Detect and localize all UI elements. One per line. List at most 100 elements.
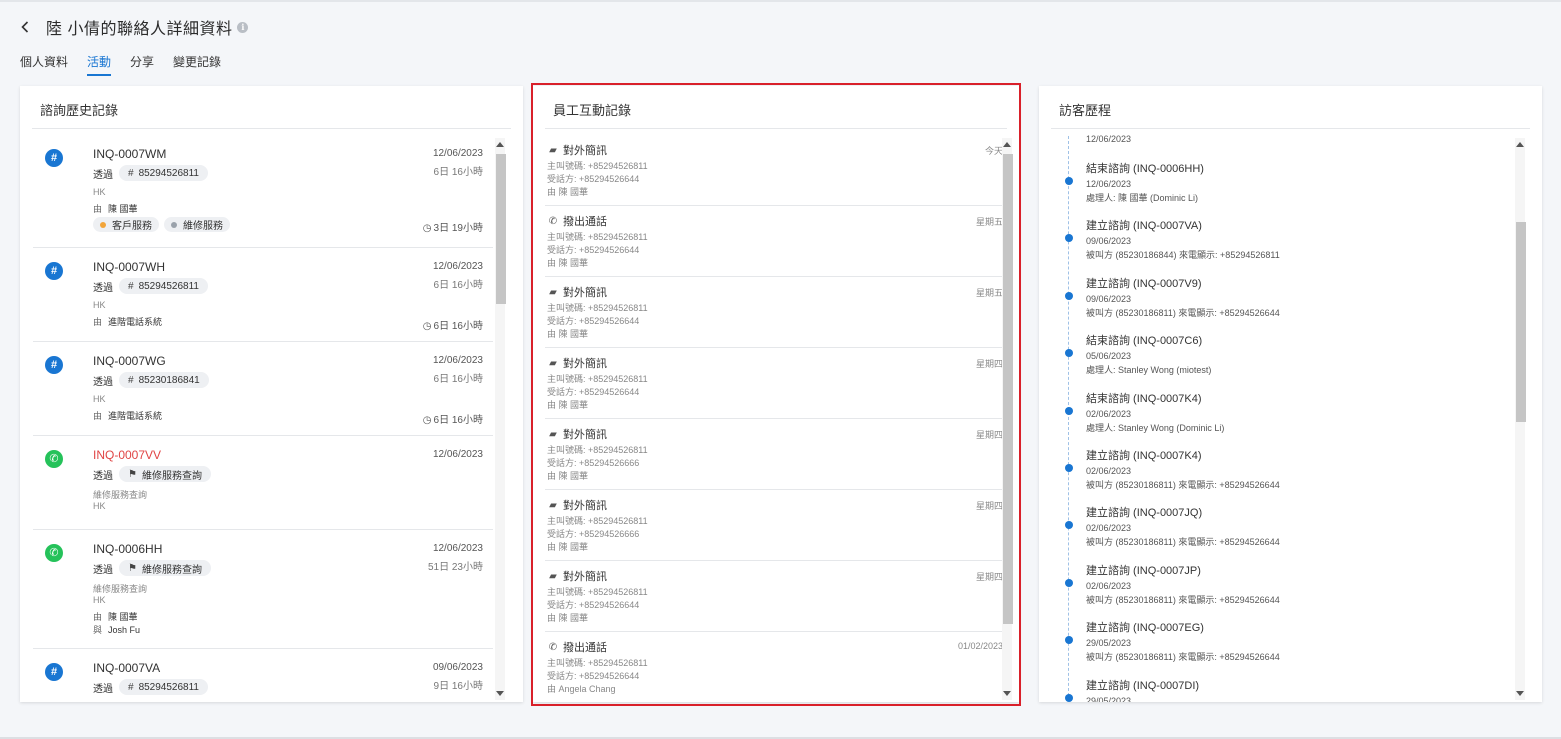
table-row[interactable]: # INQ-0007VA 09/06/2023 9日 16小時 透過 #852945268… <box>33 649 493 702</box>
table-row[interactable]: # INQ-0007WM 12/06/2023 6日 16小時 透過 #852945268… <box>33 135 493 248</box>
inquiry-id[interactable]: INQ-0007WG <box>93 354 166 368</box>
page-title: 陸 小倩的聯絡人詳細資料 <box>46 21 233 38</box>
timeline-dot-icon <box>1065 349 1073 358</box>
divider <box>32 128 511 129</box>
timeline-note: 被叫方 (85230186844) 來電顯示: +85294526811 <box>1086 250 1280 261</box>
interaction-detail: 由 陳 國華 <box>547 400 589 410</box>
scrollbar[interactable] <box>495 138 506 700</box>
page-header: 陸 小倩的聯絡人詳細資料 i <box>18 16 249 38</box>
clock-icon: ◷ <box>422 223 432 234</box>
timeline-item[interactable]: 建立諮詢 (INQ-0007K4) 02/06/2023 被叫方 (85230186… <box>1065 447 1506 491</box>
inquiry-detail: HK <box>93 300 106 310</box>
channel-label: 維修服務查詢 <box>141 564 202 576</box>
inquiry-id[interactable]: INQ-0006HH <box>93 542 162 556</box>
timeline-title: 建立諮詢 (INQ-0007JQ) <box>1086 507 1203 520</box>
timeline-date: 09/06/2023 <box>1086 236 1132 247</box>
channel-chip[interactable]: #85294526811 <box>119 679 208 695</box>
tag-chip[interactable]: 維修服務 <box>164 217 230 232</box>
info-icon[interactable]: i <box>237 21 249 33</box>
via-row: 透過 ⚑ 維修服務查詢 <box>93 560 211 576</box>
inquiry-id[interactable]: INQ-0007WM <box>93 147 166 161</box>
scrollbar[interactable] <box>1515 138 1526 700</box>
inquiry-age: 6日 16小時 <box>433 280 483 291</box>
timeline-item[interactable]: 建立諮詢 (INQ-0007DI) 29/05/2023 <box>1065 677 1506 702</box>
interaction-title: ▰ 對外簡訊 <box>547 142 607 158</box>
table-row[interactable]: ✆ INQ-0006HH 12/06/2023 51日 23小時 透過 ⚑ 維修服務查詢 維修… <box>33 530 493 649</box>
scroll-down-icon[interactable] <box>496 691 504 696</box>
interaction-title: ▰ 對外簡訊 <box>547 355 607 371</box>
scroll-thumb[interactable] <box>496 154 506 304</box>
tab-3[interactable]: 變更記錄 <box>173 53 221 76</box>
list-item[interactable]: ▰ 對外簡訊 星期四 主叫號碼: +85294526811 受話方: +85294526… <box>545 419 1003 490</box>
timeline-title: 建立諮詢 (INQ-0007JP) <box>1086 564 1201 577</box>
timeline-dot-icon <box>1065 521 1073 530</box>
by-label: 由 <box>93 612 103 622</box>
back-button[interactable] <box>18 20 32 34</box>
list-item[interactable]: ▰ 對外簡訊 星期四 主叫號碼: +85294526811 受話方: +85294526… <box>545 490 1003 561</box>
timeline-item[interactable]: 結束諮詢 (INQ-0007K4) 02/06/2023 處理人: Stanley … <box>1065 390 1506 434</box>
panel-title: 諮詢歷史記錄 <box>40 103 119 118</box>
chevron-left-icon <box>21 21 29 33</box>
agent-name: 進階電話系統 <box>108 411 163 421</box>
list-item[interactable]: ✆ 撥出通話 星期五 主叫號碼: +85294526811 受話方: +85294526… <box>545 206 1003 277</box>
interaction-type: 對外簡訊 <box>563 145 607 157</box>
interaction-type: 對外簡訊 <box>563 500 607 512</box>
channel-label: 85294526811 <box>138 167 199 179</box>
inquiry-id[interactable]: INQ-0007VA <box>93 661 160 675</box>
timeline-dot-icon <box>1065 177 1073 185</box>
scroll-thumb[interactable] <box>1516 222 1526 422</box>
timeline-item[interactable]: 建立諮詢 (INQ-0007JQ) 02/06/2023 被叫方 (85230186… <box>1065 504 1506 548</box>
inquiry-id[interactable]: INQ-0007VV <box>93 448 161 462</box>
scroll-up-icon[interactable] <box>496 142 504 147</box>
scroll-down-icon[interactable] <box>1516 691 1524 696</box>
channel-chip[interactable]: ⚑ 維修服務查詢 <box>119 466 211 482</box>
via-label: 透過 <box>93 169 113 181</box>
interaction-detail: 主叫號碼: +85294526811 <box>547 516 648 526</box>
inquiry-id[interactable]: INQ-0007WH <box>93 260 165 274</box>
channel-chip[interactable]: #85230186841 <box>119 372 209 388</box>
scroll-up-icon[interactable] <box>1003 142 1011 147</box>
table-row[interactable]: # INQ-0007WG 12/06/2023 6日 16小時 透過 #852301868… <box>33 342 493 436</box>
inquiry-date: 09/06/2023 <box>432 662 483 673</box>
timeline-item[interactable]: 建立諮詢 (INQ-0007JP) 02/06/2023 被叫方 (85230186… <box>1065 562 1506 606</box>
list-item[interactable]: ▰ 對外簡訊 星期四 主叫號碼: +85294526811 受話方: +85294526… <box>545 561 1003 632</box>
list-item[interactable]: ✆ 撥出通話 01/02/2023 主叫號碼: +85294526811 受話方: +8… <box>545 632 1003 702</box>
tab-2[interactable]: 分享 <box>130 53 154 76</box>
interaction-title: ▰ 對外簡訊 <box>547 568 607 584</box>
tag-chip[interactable]: 客戶服務 <box>93 217 159 232</box>
scroll-up-icon[interactable] <box>1516 142 1524 147</box>
timeline-title: 建立諮詢 (INQ-0007EG) <box>1086 622 1204 635</box>
scroll-thumb[interactable] <box>1003 154 1013 624</box>
interaction-type: 撥出通話 <box>563 216 607 228</box>
timeline-item[interactable]: 建立諮詢 (INQ-0007V9) 09/06/2023 被叫方 (85230186… <box>1065 275 1506 319</box>
timeline-title: 建立諮詢 (INQ-0007VA) <box>1086 220 1202 233</box>
table-row[interactable]: ✆ INQ-0007VV 12/06/2023 透過 ⚑ 維修服務查詢 維修服務查詢 HK <box>33 436 493 530</box>
interaction-title: ▰ 對外簡訊 <box>547 426 607 442</box>
handled-by: 由進階電話系統 <box>93 409 162 422</box>
timeline-item[interactable]: 建立諮詢 (INQ-0007VA) 09/06/2023 被叫方 (85230186… <box>1065 217 1506 261</box>
via-label: 透過 <box>93 282 113 294</box>
interaction-day: 星期五 <box>975 288 1003 298</box>
whatsapp-icon: ✆ <box>45 544 63 562</box>
scrollbar[interactable] <box>1002 138 1013 700</box>
via-label: 透過 <box>93 564 113 576</box>
tab-0[interactable]: 個人資料 <box>20 53 68 76</box>
inquiry-date: 12/06/2023 <box>432 148 483 159</box>
list-item[interactable]: ▰ 對外簡訊 今天 主叫號碼: +85294526811 受話方: +852945266… <box>545 135 1003 206</box>
timeline-item[interactable]: 結束諮詢 (INQ-0007C6) 05/06/2023 處理人: Stanley … <box>1065 332 1506 376</box>
channel-chip[interactable]: ⚑ 維修服務查詢 <box>119 560 211 576</box>
list-item[interactable]: ▰ 對外簡訊 星期四 主叫號碼: +85294526811 受話方: +85294526… <box>545 348 1003 419</box>
scroll-down-icon[interactable] <box>1003 691 1011 696</box>
timeline-item[interactable]: 結束諮詢 (INQ-0006HH) 12/06/2023 處理人: 陳 國華 (Do… <box>1065 160 1506 204</box>
inquiry-age: 6日 16小時 <box>433 167 483 178</box>
list-item[interactable]: ▰ 對外簡訊 星期五 主叫號碼: +85294526811 受話方: +85294526… <box>545 277 1003 348</box>
tab-1[interactable]: 活動 <box>87 53 112 76</box>
timeline-note: 處理人: Stanley Wong (Dominic Li) <box>1086 422 1225 433</box>
interaction-day: 星期四 <box>975 430 1003 440</box>
interaction-type: 撥出通話 <box>563 642 607 654</box>
channel-chip[interactable]: #85294526811 <box>119 278 208 294</box>
channel-chip[interactable]: #85294526811 <box>119 165 208 181</box>
table-row[interactable]: # INQ-0007WH 12/06/2023 6日 16小時 透過 #852945268… <box>33 248 493 342</box>
timeline-item[interactable]: 建立諮詢 (INQ-0007EG) 29/05/2023 被叫方 (85230186… <box>1065 619 1506 663</box>
interaction-detail: 受話方: +85294526644 <box>547 245 640 255</box>
